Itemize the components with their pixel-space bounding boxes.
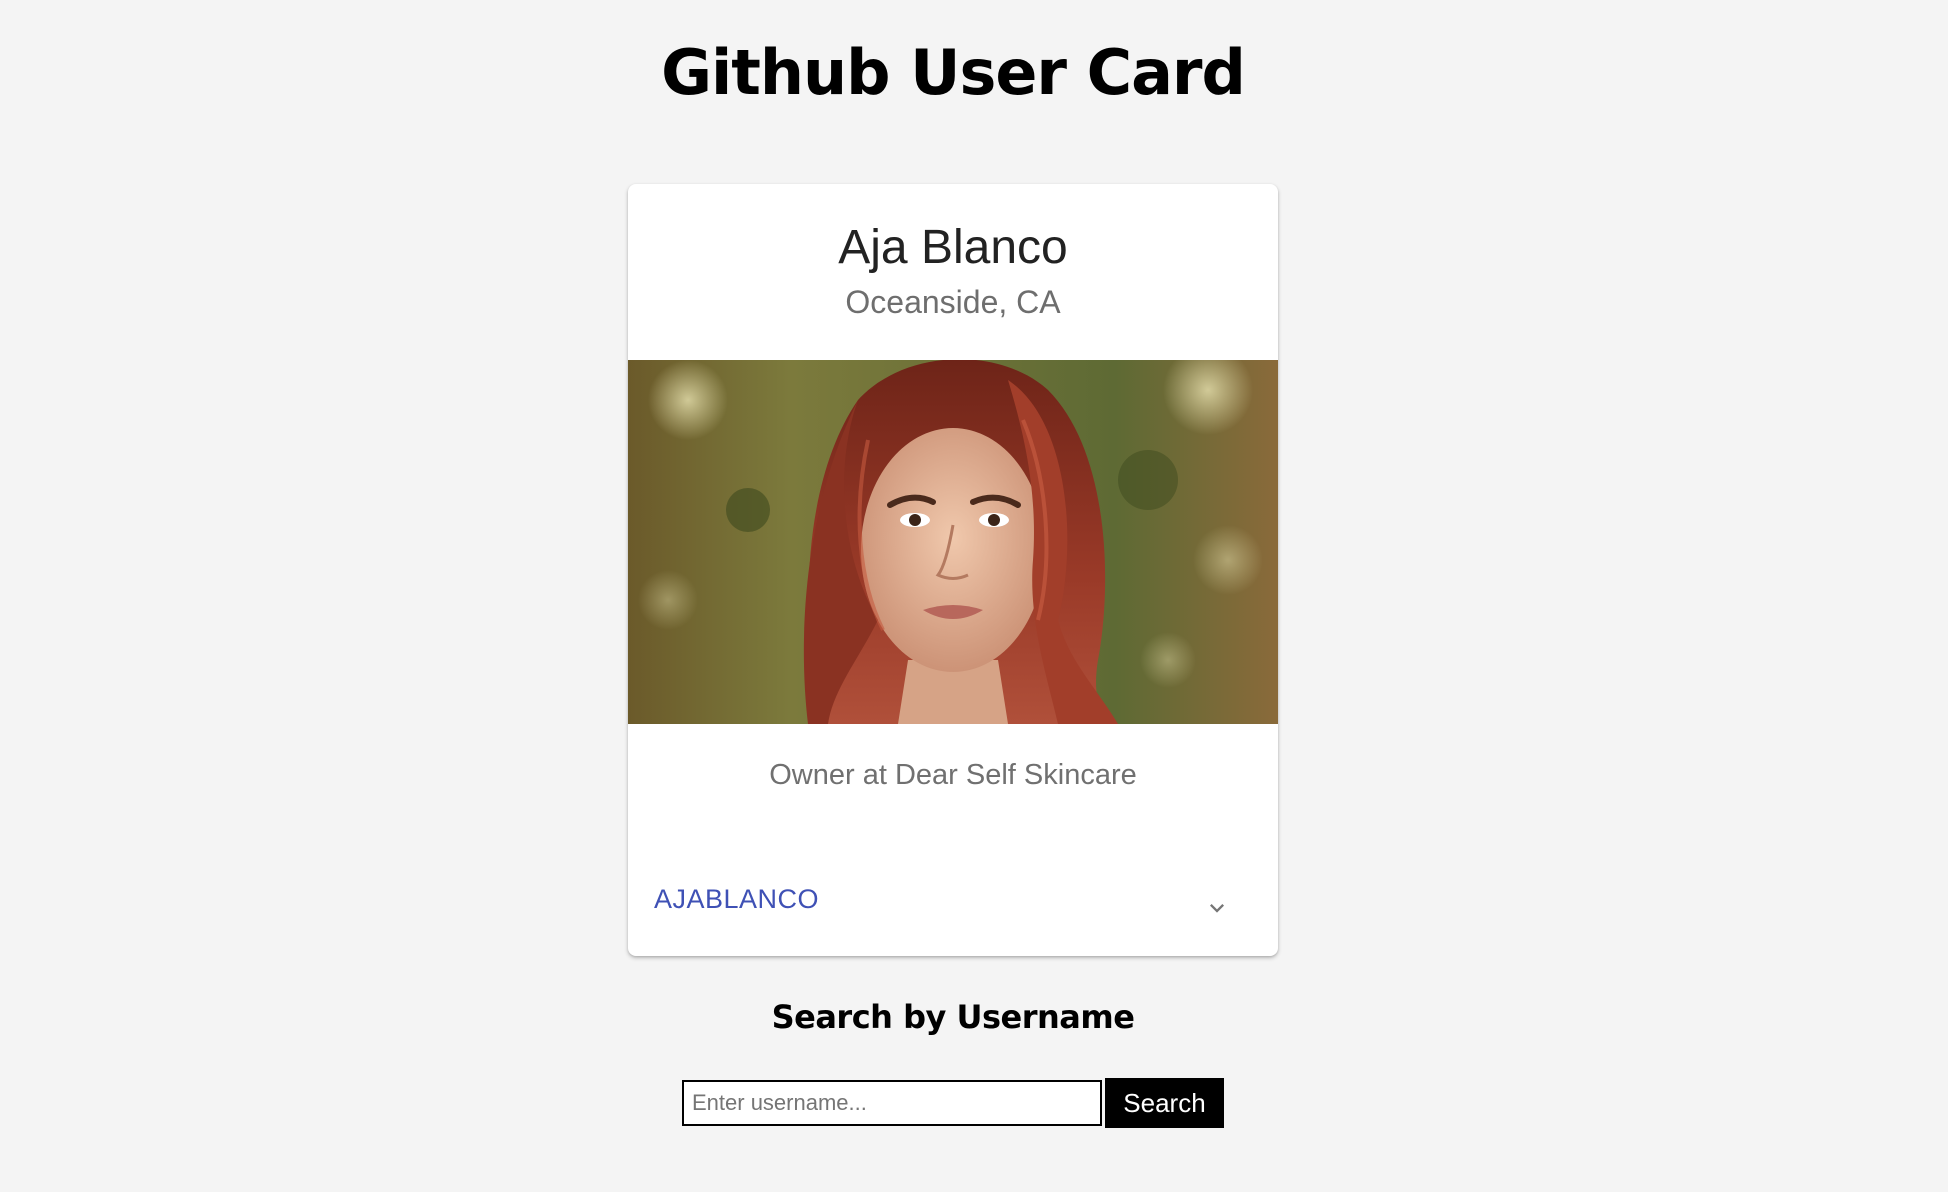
username-link[interactable]: AJABLANCO [654,884,819,915]
card-actions: AJABLANCO [628,864,1278,944]
search-input[interactable] [682,1080,1102,1126]
search-heading: Search by Username [771,998,1135,1036]
user-card: Aja Blanco Oceanside, CA Owner at Dear S… [628,184,1278,956]
user-avatar-photo [628,360,1278,724]
user-name: Aja Blanco [838,221,1068,274]
card-header: Aja Blanco Oceanside, CA [628,184,1278,360]
expand-button[interactable] [1190,874,1244,928]
page-title: Github User Card [661,36,1246,109]
chevron-down-icon [1210,903,1224,913]
search-button[interactable]: Search [1105,1078,1224,1128]
user-location: Oceanside, CA [845,284,1061,320]
user-bio: Owner at Dear Self Skincare [769,759,1137,791]
